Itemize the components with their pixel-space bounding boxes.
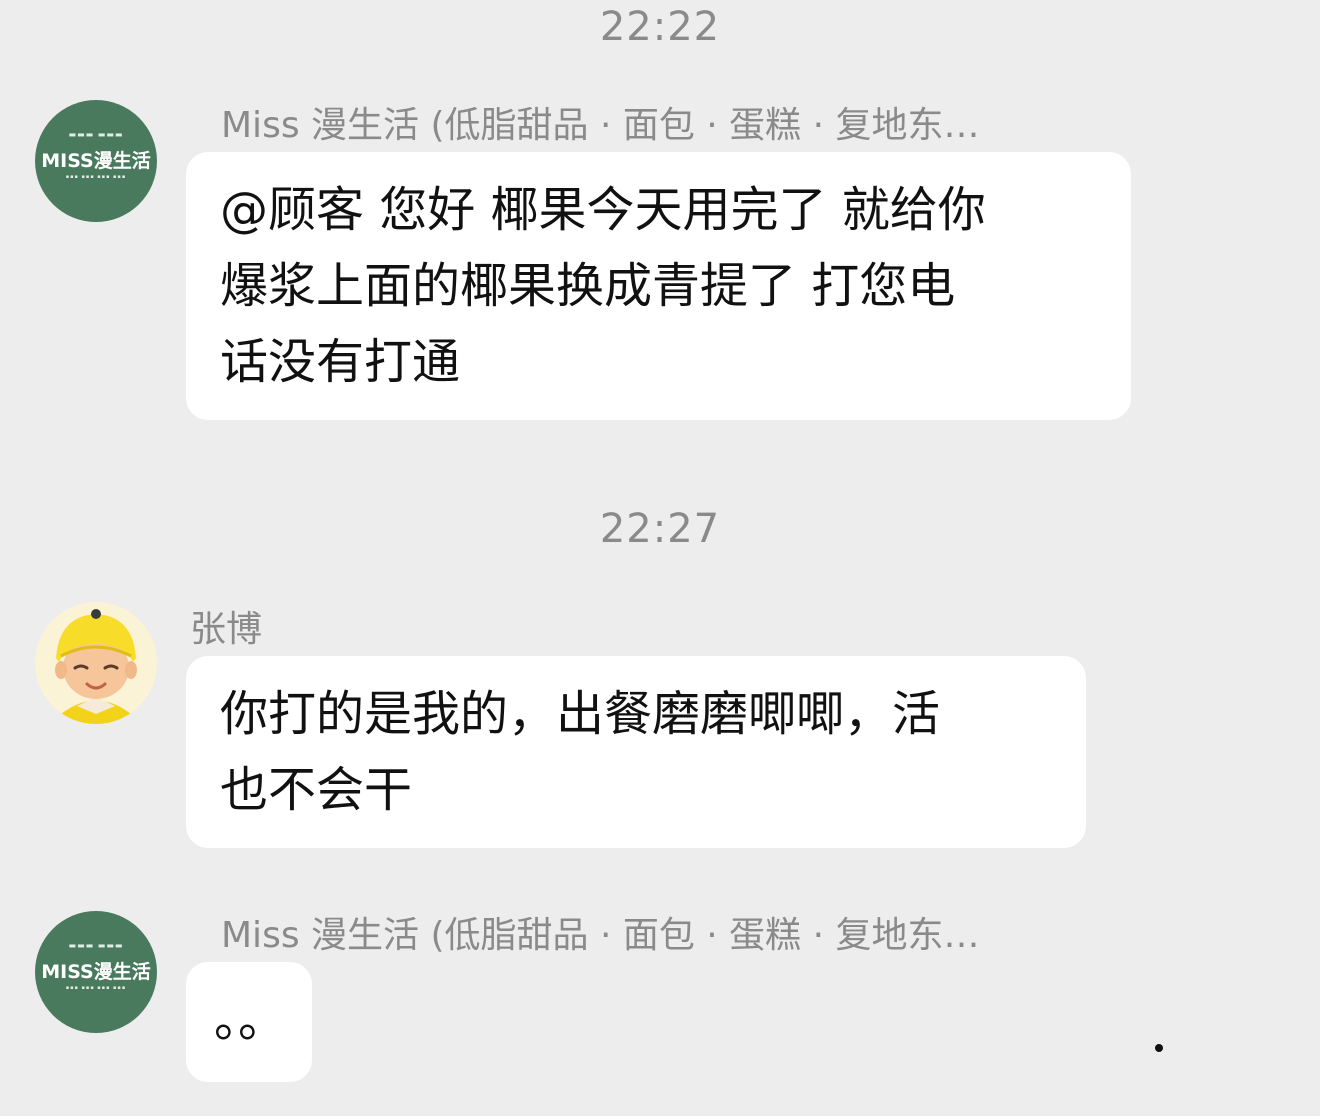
sender-name: 张博 (190, 609, 263, 650)
dot-marker (1155, 1044, 1163, 1052)
shop-logo-icon[interactable]: ▬▬▬ ▬▬▬ MISS漫生活 ▪▪▪ ▪▪▪ ▪▪▪ ▪▪▪ (35, 100, 157, 222)
sender-name: Miss 漫生活 (低脂甜品 · 面包 · 蛋糕 · 复地东… (221, 915, 980, 956)
message-text: 。。 (214, 992, 287, 1048)
logo-brand-text: MISS漫生活 (41, 150, 151, 172)
shop-logo-icon[interactable]: ▬▬▬ ▬▬▬ MISS漫生活 ▪▪▪ ▪▪▪ ▪▪▪ ▪▪▪ (35, 911, 157, 1033)
logo-decoration: ▪▪▪ ▪▪▪ ▪▪▪ ▪▪▪ (65, 985, 127, 991)
message-bubble[interactable]: @顾客 您好 椰果今天用完了 就给你 爆浆上面的椰果换成青提了 打您电 话没有打… (186, 152, 1131, 420)
logo-brand-text: MISS漫生活 (41, 961, 151, 983)
message-bubble[interactable]: 。。 (186, 962, 312, 1082)
timestamp: 22:27 (599, 506, 721, 552)
logo-decoration: ▬▬▬ ▬▬▬ (68, 130, 124, 139)
courier-avatar-icon[interactable] (35, 602, 157, 724)
message-text: 你打的是我的，出餐磨磨唧唧，活 也不会干 (220, 686, 941, 818)
timestamp: 22:22 (599, 4, 721, 50)
courier-face-icon (35, 602, 157, 724)
message-bubble[interactable]: 你打的是我的，出餐磨磨唧唧，活 也不会干 (186, 656, 1086, 848)
logo-decoration: ▬▬▬ ▬▬▬ (68, 941, 124, 950)
sender-name: Miss 漫生活 (低脂甜品 · 面包 · 蛋糕 · 复地东… (221, 105, 980, 146)
logo-decoration: ▪▪▪ ▪▪▪ ▪▪▪ ▪▪▪ (65, 174, 127, 180)
message-text: @顾客 您好 椰果今天用完了 就给你 爆浆上面的椰果换成青提了 打您电 话没有打… (220, 182, 986, 390)
